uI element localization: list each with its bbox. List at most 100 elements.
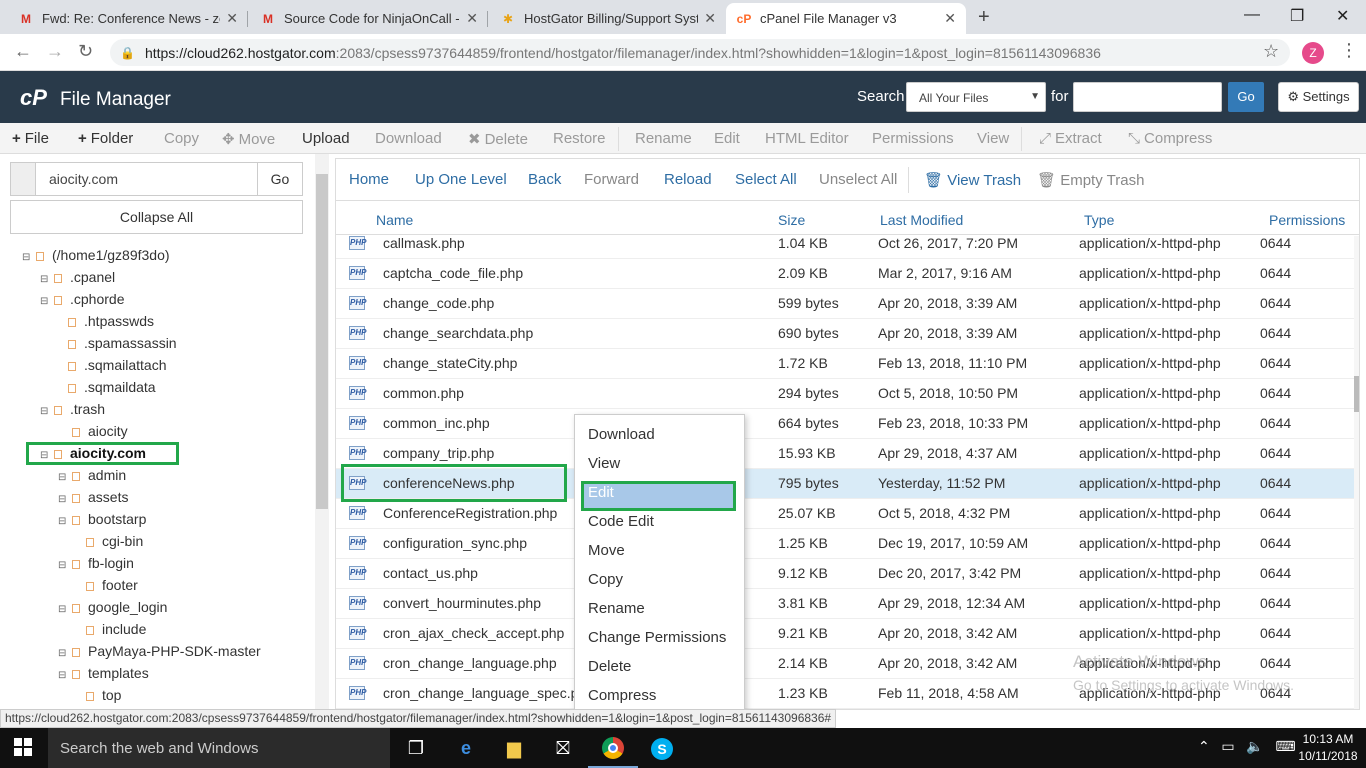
tree-node[interactable]: .sqmaildata (54, 377, 156, 397)
permissions-button[interactable]: Permissions (872, 130, 954, 147)
chevron-up-icon[interactable]: ⌃ (1198, 738, 1210, 754)
search-scope-select[interactable]: All Your Files ▼ (906, 82, 1046, 112)
minimize-icon[interactable]: — (1244, 6, 1260, 24)
new-folder-button[interactable]: + Folder (78, 130, 133, 147)
collapse-all-button[interactable]: Collapse All (10, 200, 303, 234)
clock[interactable]: 10:13 AM 10/11/2018 (1298, 731, 1358, 765)
maximize-icon[interactable]: ❐ (1290, 6, 1304, 26)
settings-button[interactable]: ⚙ Settings (1278, 82, 1359, 112)
menu-item-rename[interactable]: Rename (588, 600, 645, 617)
table-row[interactable]: PHP captcha_code_file.php 2.09 KB Mar 2, 20… (336, 259, 1354, 289)
new-tab-icon[interactable]: + (978, 6, 990, 29)
bookmark-star-icon[interactable]: ☆ (1263, 41, 1279, 62)
table-row[interactable]: PHP cron_ajax_check_accept.php 9.21 KB Apr … (336, 619, 1354, 649)
tree-node[interactable]: ⊟ PayMaya-PHP-SDK-master (58, 641, 261, 661)
tree-expander-icon[interactable]: ⊟ (58, 644, 68, 664)
tree-expander-icon[interactable]: ⊟ (40, 292, 50, 312)
close-window-icon[interactable]: ✕ (1336, 6, 1349, 26)
move-button[interactable]: ✥ Move (222, 130, 275, 148)
column-name[interactable]: Name (376, 212, 413, 228)
back-button[interactable]: Back (528, 171, 561, 188)
browser-tab[interactable]: M Fwd: Re: Conference News - zees ✕ (8, 3, 248, 34)
tree-expander-icon[interactable]: ⊟ (58, 666, 68, 686)
browser-tab-active[interactable]: cP cPanel File Manager v3 ✕ (726, 3, 966, 34)
table-row[interactable]: PHP change_code.php 599 bytes Apr 20, 2018,… (336, 289, 1354, 319)
close-tab-icon[interactable]: ✕ (704, 10, 716, 27)
skype-icon[interactable]: S (649, 736, 675, 760)
tree-scrollbar[interactable] (315, 154, 329, 710)
column-permissions[interactable]: Permissions (1269, 212, 1345, 228)
tree-expander-icon[interactable]: ⊟ (22, 248, 32, 268)
windows-start-icon[interactable] (14, 738, 32, 756)
copy-button[interactable]: Copy (164, 130, 199, 147)
column-type[interactable]: Type (1084, 212, 1114, 228)
tree-expander-icon[interactable]: ⊟ (58, 512, 68, 532)
close-tab-icon[interactable]: ✕ (944, 10, 956, 27)
task-view-icon[interactable]: ❐ (403, 736, 429, 760)
tree-node[interactable]: footer (72, 575, 138, 595)
forward-arrow-icon[interactable]: → (46, 41, 64, 62)
table-row[interactable]: PHP ConferenceRegistration.php 25.07 KB Oct… (336, 499, 1354, 529)
network-icon[interactable]: ▭ (1221, 738, 1234, 754)
search-go-button[interactable]: Go (1228, 82, 1264, 112)
table-row[interactable]: PHP configuration_sync.php 1.25 KB Dec 19, … (336, 529, 1354, 559)
view-button[interactable]: View (977, 130, 1009, 147)
tree-node[interactable]: ⊟ admin (58, 465, 126, 485)
edge-icon[interactable]: e (453, 736, 479, 760)
menu-item-view[interactable]: View (588, 455, 620, 472)
menu-item-copy[interactable]: Copy (588, 571, 623, 588)
compress-button[interactable]: ⤡ Compress (1128, 130, 1212, 147)
tree-expander-icon[interactable]: ⊟ (58, 468, 68, 488)
extract-button[interactable]: ⤢ Extract (1039, 130, 1102, 147)
path-input[interactable]: aiocity.com (49, 171, 118, 187)
avatar[interactable]: Z (1302, 42, 1324, 64)
menu-item-compress[interactable]: Compress (588, 687, 656, 704)
table-row[interactable]: PHP common_inc.php 664 bytes Feb 23, 2018, … (336, 409, 1354, 439)
table-row[interactable]: PHP change_searchdata.php 690 bytes Apr 20,… (336, 319, 1354, 349)
forward-button[interactable]: Forward (584, 171, 639, 188)
new-file-button[interactable]: + File (12, 130, 49, 147)
delete-button[interactable]: ✖ Delete (468, 130, 528, 148)
search-input[interactable] (1073, 82, 1222, 112)
browser-menu-icon[interactable]: ⋮ (1340, 40, 1358, 61)
tree-expander-icon[interactable]: ⊟ (58, 490, 68, 510)
tree-node[interactable]: top (72, 685, 121, 705)
tree-node[interactable]: cgi-bin (72, 531, 143, 551)
table-row[interactable]: PHP change_stateCity.php 1.72 KB Feb 13, 20… (336, 349, 1354, 379)
file-list-scrollbar[interactable] (1354, 236, 1359, 709)
tree-expander-icon[interactable]: ⊟ (58, 600, 68, 620)
scrollbar-thumb[interactable] (316, 174, 328, 509)
home-button[interactable]: Home (349, 171, 389, 188)
tree-node[interactable]: ⊟ bootstarp (58, 509, 146, 529)
tree-expander-icon[interactable]: ⊟ (58, 556, 68, 576)
select-all-button[interactable]: Select All (735, 171, 797, 188)
taskbar-search-box[interactable]: Search the web and Windows (48, 728, 390, 768)
browser-tab[interactable]: M Source Code for NinjaOnCall - ze ✕ (250, 3, 488, 34)
tree-node[interactable]: ⊟ templates (58, 663, 149, 683)
upload-button[interactable]: Upload (302, 130, 350, 147)
tree-node[interactable]: ⊟ .trash (40, 399, 105, 419)
volume-icon[interactable]: 🔈 (1246, 738, 1263, 754)
back-arrow-icon[interactable]: ← (14, 41, 32, 62)
rename-button[interactable]: Rename (635, 130, 692, 147)
menu-item-download[interactable]: Download (588, 426, 655, 443)
store-icon[interactable]: ⛝ (550, 736, 576, 760)
menu-item-delete[interactable]: Delete (588, 658, 631, 675)
tree-expander-icon[interactable]: ⊟ (40, 402, 50, 422)
browser-tab[interactable]: ✱ HostGator Billing/Support Systen ✕ (490, 3, 726, 34)
close-tab-icon[interactable]: ✕ (226, 10, 238, 27)
menu-item-code-edit[interactable]: Code Edit (588, 513, 654, 530)
table-row[interactable]: PHP callmask.php 1.04 KB Oct 26, 2017, 7:20… (336, 229, 1354, 259)
file-explorer-icon[interactable]: ▆ (501, 736, 527, 760)
tree-node[interactable]: .spamassassin (54, 333, 177, 353)
menu-item-change-permissions[interactable]: Change Permissions (588, 629, 726, 646)
tree-node[interactable]: ⊟ .cpanel (40, 267, 115, 287)
table-row[interactable]: PHP common.php 294 bytes Oct 5, 2018, 10:50… (336, 379, 1354, 409)
tree-node[interactable]: .htpasswds (54, 311, 154, 331)
table-row[interactable]: PHP convert_hourminutes.php 3.81 KB Apr 29,… (336, 589, 1354, 619)
reload-button[interactable]: Reload (664, 171, 712, 188)
tree-node[interactable]: ⊟ (/home1/gz89f3do) (22, 245, 170, 265)
tree-node[interactable]: ⊟ .cphorde (40, 289, 124, 309)
tree-node[interactable]: include (72, 619, 146, 639)
up-one-level-button[interactable]: Up One Level (415, 171, 507, 188)
